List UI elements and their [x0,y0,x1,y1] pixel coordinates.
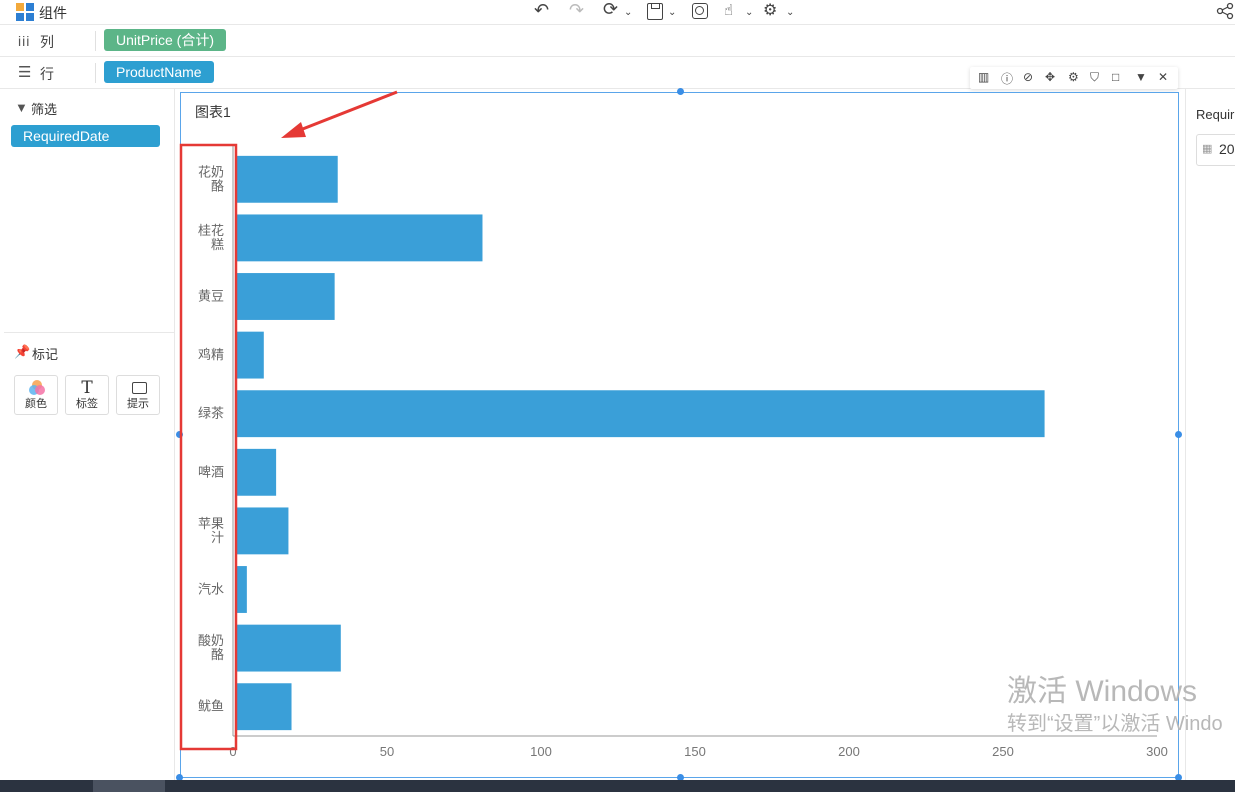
x-tick-label: 100 [530,744,552,759]
bar[interactable] [236,683,292,731]
calendar-icon: ▦ [1202,143,1213,155]
x-tick-label: 200 [838,744,860,759]
bar[interactable] [236,507,289,555]
bar[interactable] [236,448,277,496]
category-label: 苹果汁 [198,517,224,546]
category-label: 花奶酪 [198,164,224,194]
category-label: 鱿鱼 [198,699,224,715]
activation-watermark-title: 激活 Windows [1007,675,1198,708]
x-tick-label: 250 [992,744,1014,759]
x-tick-label: 50 [380,744,394,759]
category-label: 啤酒 [198,465,224,480]
bar[interactable] [236,155,338,203]
category-label: 绿茶 [198,406,224,422]
date-filter-input[interactable]: ▦ 20 [1196,134,1235,166]
taskbar [0,780,1235,792]
activation-watermark-subtitle: 转到“设置”以激活 Windo [1007,713,1223,735]
bar[interactable] [236,390,1045,438]
annotation-arrow-line [294,90,398,134]
bar[interactable] [236,273,335,320]
right-panel-title: Requir [1196,107,1235,122]
bar[interactable] [236,624,341,672]
x-tick-label: 150 [684,744,706,759]
date-value: 20 [1219,141,1235,157]
bar[interactable] [236,331,264,379]
category-label: 黄豆 [198,290,224,305]
category-label: 酸奶酪 [198,634,224,663]
taskbar-item[interactable] [93,780,165,792]
x-tick-label: 300 [1146,744,1168,759]
category-label: 鸡精 [198,347,224,363]
category-label: 汽水 [198,583,224,598]
bar[interactable] [236,566,247,613]
bar[interactable] [236,214,483,262]
annotation-arrow-head [281,122,306,138]
category-label: 桂花糕 [198,223,224,253]
